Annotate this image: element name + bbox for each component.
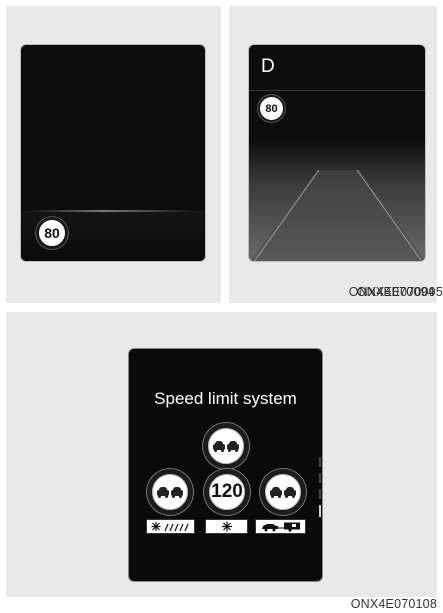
divider-line (249, 90, 425, 91)
snow-plate (205, 519, 248, 534)
speed-limit-sign: 80 (36, 217, 68, 249)
car-icon (157, 486, 169, 498)
scroll-indicator-active (319, 505, 321, 517)
snowflake-icon (221, 521, 232, 532)
no-overtaking-sign (260, 469, 306, 515)
car-trailer-icon (261, 522, 300, 532)
scroll-indicator-segment (319, 457, 321, 467)
car-icon (227, 440, 239, 452)
cluster-display-1: 80 (20, 44, 206, 262)
road-graphic (249, 140, 425, 261)
snow-rain-icon (151, 522, 189, 532)
gear-indicator: D (261, 56, 275, 77)
display-title: Speed limit system (154, 389, 297, 408)
car-icon (171, 486, 183, 498)
horizon-line (29, 210, 197, 212)
no-overtaking-sign (147, 469, 193, 515)
cluster-display-2: D 80 (248, 44, 426, 262)
car-icon (213, 440, 225, 452)
no-overtaking-sign (203, 423, 249, 469)
figure-caption-2: ONX4E070095 (356, 285, 443, 299)
scroll-indicator-segment (319, 489, 321, 499)
car-icon (284, 486, 296, 498)
snow-rain-plate (146, 519, 195, 534)
cluster-display-3: Speed limit system 120 (128, 348, 323, 582)
speed-limit-sign: 80 (258, 95, 285, 122)
trailer-plate (255, 519, 306, 534)
figure-caption-3: ONX4E070108 (350, 597, 437, 611)
car-icon (270, 486, 282, 498)
scroll-indicator-segment (319, 473, 321, 483)
speed-limit-sign: 120 (204, 469, 250, 515)
